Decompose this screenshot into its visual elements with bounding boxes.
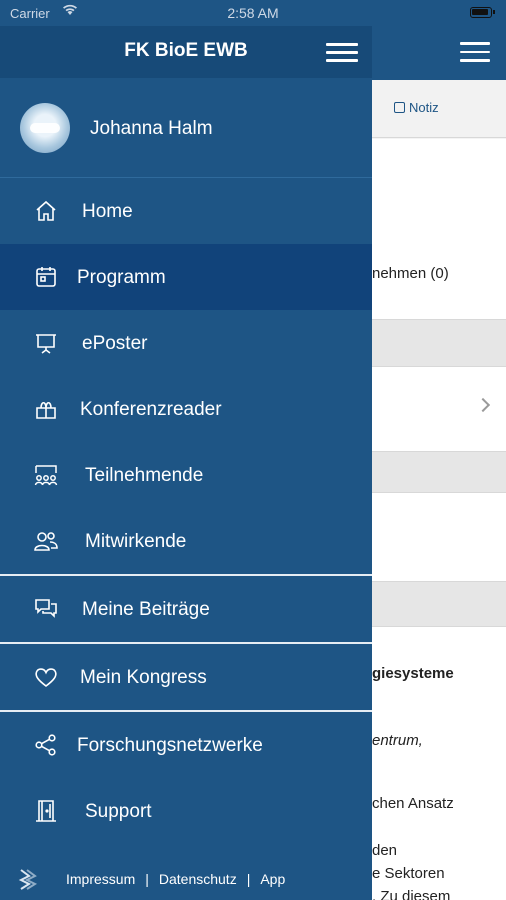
menu-item-konferenzreader[interactable]: Konferenzreader <box>0 376 372 442</box>
menu-item-home[interactable]: Home <box>0 178 372 244</box>
app-link[interactable]: App <box>260 871 285 887</box>
footer-links: Impressum | Datenschutz | App <box>66 871 285 887</box>
background-text: entrum, <box>372 732 423 749</box>
privacy-link[interactable]: Datenschutz <box>159 871 237 887</box>
imprint-link[interactable]: Impressum <box>66 871 135 887</box>
background-text: e Sektoren <box>372 865 445 882</box>
background-section <box>372 139 506 319</box>
navigation-drawer: FK BioE EWB Johanna Halm Home Programm e… <box>0 0 372 900</box>
heart-icon <box>35 668 57 688</box>
menu-item-label: Mitwirkende <box>85 531 187 552</box>
app-logo-icon <box>18 869 38 890</box>
book-icon <box>36 401 56 419</box>
avatar <box>20 103 70 153</box>
menu-item-label: Teilnehmende <box>85 465 204 486</box>
drawer-header: FK BioE EWB <box>0 26 372 78</box>
menu-item-label: ePoster <box>82 333 148 354</box>
menu-item-programm[interactable]: Programm <box>0 244 372 310</box>
audience-icon <box>34 465 58 486</box>
background-text: . Zu diesem <box>372 888 451 900</box>
menu-item-label: Meine Beiträge <box>82 599 210 620</box>
background-menu-icon[interactable] <box>460 42 490 64</box>
menu-item-mein-kongress[interactable]: Mein Kongress <box>0 644 372 710</box>
footer-separator: | <box>246 871 251 887</box>
drawer-menu: Home Programm ePoster Konferenzreader Te… <box>0 178 372 844</box>
background-separator <box>372 581 506 627</box>
background-separator <box>372 319 506 367</box>
carrier-label: Carrier <box>10 6 50 21</box>
menu-item-label: Forschungsnetzwerke <box>77 735 263 756</box>
menu-item-mitwirkende[interactable]: Mitwirkende <box>0 508 372 574</box>
profile-row[interactable]: Johanna Halm <box>0 78 372 178</box>
presentation-icon <box>36 334 56 354</box>
background-tab-bar <box>372 80 506 138</box>
menu-item-support[interactable]: Support <box>0 778 372 844</box>
background-separator <box>372 451 506 493</box>
background-text: chen Ansatz <box>372 795 454 812</box>
menu-item-label: Support <box>85 801 152 822</box>
status-bar: Carrier <box>0 0 372 26</box>
menu-item-label: Konferenzreader <box>80 399 222 420</box>
share-icon <box>35 734 56 756</box>
menu-item-label: Mein Kongress <box>80 667 207 688</box>
calendar-icon <box>36 267 56 287</box>
people-icon <box>34 532 58 551</box>
menu-item-label: Programm <box>77 267 166 288</box>
background-section <box>372 493 506 581</box>
door-icon <box>36 800 56 822</box>
app-title: FK BioE EWB <box>124 40 248 61</box>
drawer-footer: Impressum | Datenschutz | App <box>0 858 372 900</box>
background-text: giesysteme <box>372 665 454 682</box>
home-icon <box>36 200 56 221</box>
note-label: Notiz <box>409 100 439 115</box>
wifi-icon <box>63 4 77 15</box>
chat-bubbles-icon <box>35 599 57 618</box>
profile-name: Johanna Halm <box>90 118 213 139</box>
menu-item-meine-beitraege[interactable]: Meine Beiträge <box>0 576 372 642</box>
hamburger-menu-icon[interactable] <box>326 43 358 63</box>
menu-item-eposter[interactable]: ePoster <box>0 310 372 376</box>
menu-item-label: Home <box>82 201 133 222</box>
footer-separator: | <box>145 871 149 887</box>
menu-item-forschungsnetzwerke[interactable]: Forschungsnetzwerke <box>0 712 372 778</box>
note-icon <box>394 102 405 113</box>
note-button[interactable]: Notiz <box>394 100 439 115</box>
battery-icon <box>470 7 495 18</box>
menu-item-teilnehmende[interactable]: Teilnehmende <box>0 442 372 508</box>
background-text: den <box>372 842 398 859</box>
background-text: nehmen (0) <box>372 265 449 282</box>
